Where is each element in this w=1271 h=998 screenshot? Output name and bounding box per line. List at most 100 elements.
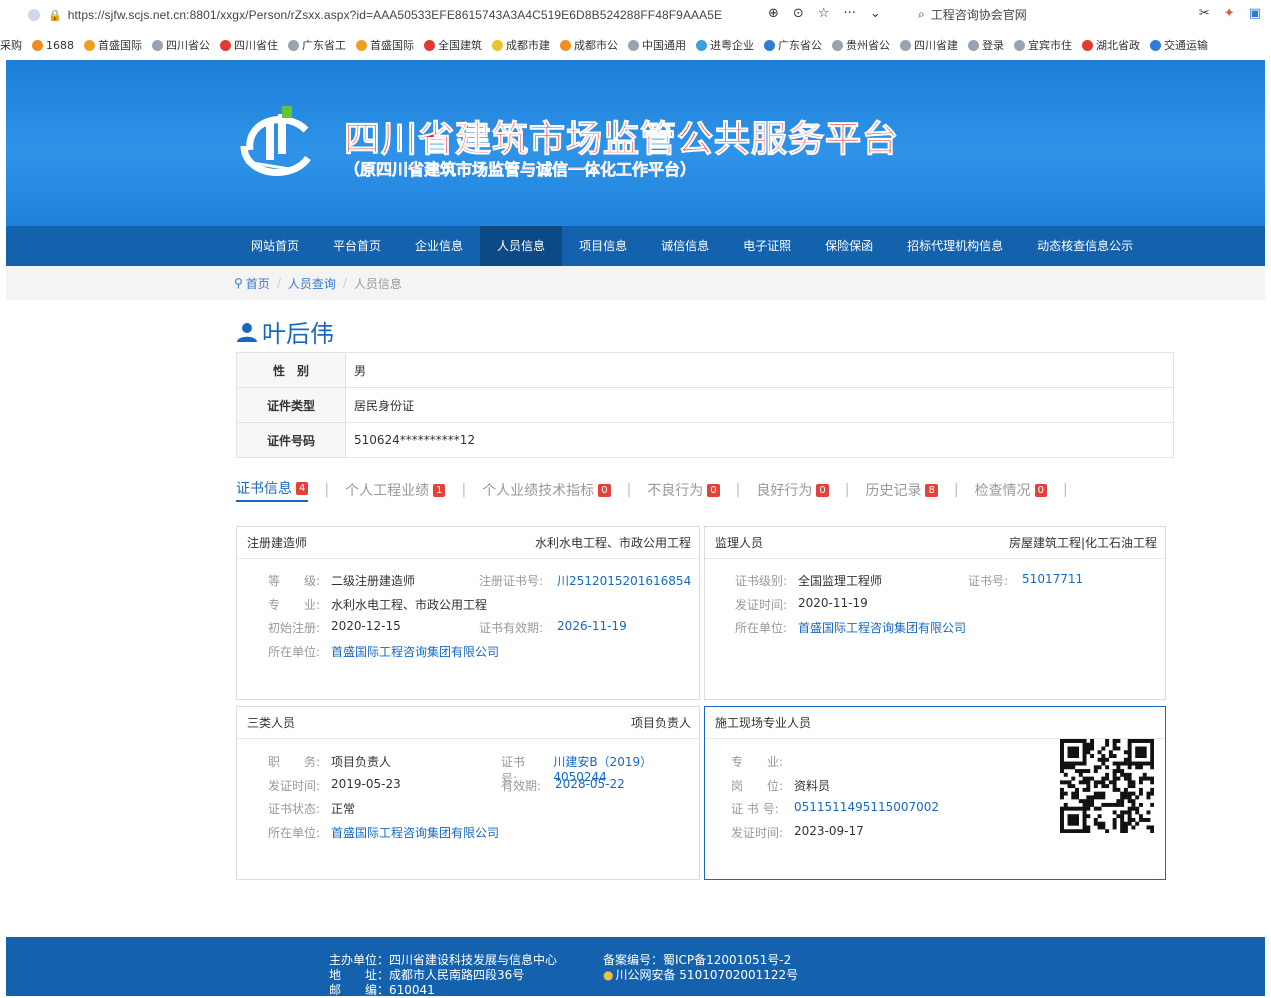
validity-value: 2026-11-19 [557,619,627,633]
location-icon[interactable]: ⊙ [793,6,804,21]
validity-value: 2028-05-22 [555,777,625,791]
grade-label: 等 级: [268,574,321,588]
breadcrumb-person-query[interactable]: 人员查询 [288,275,336,292]
tab-separator: | [324,482,330,498]
nav-item[interactable]: 项目信息 [562,226,644,266]
bookmark-item[interactable]: 宜宾市住 [1014,37,1072,53]
tab-item[interactable]: 检查情况 0 [975,480,1047,500]
police-badge-icon: ● [603,968,614,982]
bookmark-item[interactable]: 交通运输 [1150,37,1208,53]
bookmark-item[interactable]: 进粤企业 [696,37,754,53]
gender-value: 男 [345,352,1174,388]
tab-separator: | [1062,482,1068,498]
count-badge: 0 [816,483,829,497]
card-tag: 水利水电工程、市政公用工程 [534,536,691,550]
chevron-down-icon[interactable]: ⌄ [870,6,881,21]
tab-label: 历史记录 [865,483,922,499]
tab-separator: | [844,482,850,498]
nav-item[interactable]: 保险保函 [808,226,890,266]
extension-icon[interactable]: ✦ [1224,6,1235,21]
issue-date-label: 发证时间: [268,779,321,793]
bookmark-item[interactable]: 广东省工 [288,37,346,53]
bookmark-item[interactable]: 1688 [32,39,74,52]
cert-level-label: 证书级别: [735,574,788,588]
tab-label: 检查情况 [974,483,1031,499]
nav-item[interactable]: 企业信息 [398,226,480,266]
company-link[interactable]: 首盛国际工程咨询集团有限公司 [798,619,966,636]
bookmark-favicon-icon [560,39,571,51]
status-label: 证书状态: [268,802,321,816]
scissors-icon[interactable]: ✂ [1199,6,1210,21]
tab-separator: | [735,482,741,498]
footer-host: 主办单位：四川省建设科技发展与信息中心 [329,953,558,967]
star-icon[interactable]: ☆ [818,6,830,21]
bookmark-item[interactable]: 成都市建 [492,37,550,53]
person-info-table: 性 别 男 证件类型 居民身份证 证件号码 510624**********12 [236,352,1174,458]
nav-item[interactable]: 动态核查信息公示 [1020,226,1150,266]
breadcrumb-current: 人员信息 [353,276,402,291]
card-supervisor: 监理人员 房屋建筑工程|化工石油工程 证书级别: 全国监理工程师 证书号: 51… [704,526,1166,700]
job-label: 职 务: [268,755,321,769]
bookmark-item[interactable]: 采购 [0,37,22,53]
tab-item[interactable]: 证书信息 4 [236,478,309,502]
bookmark-item[interactable]: 贵州省公 [832,37,890,53]
map-pin-icon: ⚲ [234,276,243,290]
nav-item[interactable]: 平台首页 [316,226,398,266]
search-box[interactable]: ⌕ 工程咨询协会官网 [918,6,1027,23]
tab-item[interactable]: 个人业绩技术指标 0 [482,480,611,500]
count-badge: 0 [1034,483,1047,497]
bookmark-label: 采购 [0,39,22,52]
bookmark-item[interactable]: 登录 [968,37,1004,53]
company-link[interactable]: 首盛国际工程咨询集团有限公司 [331,824,499,841]
bookmark-item[interactable]: 中国通用 [628,37,686,53]
card-title: 三类人员 [247,716,296,730]
bookmark-item[interactable]: 四川省公 [152,37,210,53]
bookmark-label: 首盛国际 [370,39,414,52]
bookmark-label: 广东省公 [778,39,822,52]
bookmark-item[interactable]: 全国建筑 [424,37,482,53]
bookmark-item[interactable]: 首盛国际 [84,37,142,53]
bookmark-item[interactable]: 四川省建 [900,37,958,53]
more-icon[interactable]: ··· [843,6,855,21]
person-name: 叶后伟 [262,320,334,348]
nav-item[interactable]: 诚信信息 [644,226,726,266]
count-badge: 4 [296,481,309,495]
card-tag: 项目负责人 [630,716,691,730]
tab-separator: | [461,482,467,498]
bookmark-item[interactable]: 首盛国际 [356,37,414,53]
card-title: 注册建造师 [247,536,308,550]
bookmark-item[interactable]: 广东省公 [764,37,822,53]
tab-item[interactable]: 良好行为 0 [756,480,829,500]
company-link[interactable]: 首盛国际工程咨询集团有限公司 [331,643,499,660]
card-registered-constructor: 注册建造师 水利水电工程、市政公用工程 等 级: 二级注册建造师 注册证书号: … [236,526,700,700]
url-field[interactable]: https://sjfw.scjs.net.cn:8801/xxgx/Perso… [68,8,722,22]
search-input[interactable]: 工程咨询协会官网 [931,6,1027,23]
nav-item[interactable]: 网站首页 [234,226,316,266]
zoom-icon[interactable]: ⊕ [768,6,779,21]
tab-item[interactable]: 不良行为 0 [647,480,720,500]
bookmark-item[interactable]: 湖北省政 [1082,37,1140,53]
issue-date-label: 发证时间: [735,598,788,612]
menu-icon[interactable]: ▣ [1249,6,1261,21]
bookmark-label: 进粤企业 [710,39,754,52]
grade-value: 二级注册建造师 [331,574,416,588]
breadcrumb-home[interactable]: 首页 [246,275,270,292]
tab-item[interactable]: 个人工程业绩 1 [345,480,446,500]
bookmark-favicon-icon [764,39,775,51]
issue-date-value: 2023-09-17 [794,824,864,838]
bookmark-item[interactable]: 成都市公 [560,37,618,53]
tab-item[interactable]: 历史记录 8 [865,480,938,500]
bookmark-label: 四川省建 [914,39,958,52]
card-tag: 房屋建筑工程|化工石油工程 [1008,536,1157,550]
count-badge: 8 [925,483,938,497]
nav-item[interactable]: 电子证照 [726,226,808,266]
bookmark-item[interactable]: 四川省住 [220,37,278,53]
nav-item[interactable]: 人员信息 [480,226,563,266]
nav-item[interactable]: 招标代理机构信息 [890,226,1020,266]
bookmark-label: 四川省公 [166,39,210,52]
major-value: 水利水电工程、市政公用工程 [331,598,488,612]
site-header-banner: 四川省建筑市场监管公共服务平台 （原四川省建筑市场监管与诚信一体化工作平台） [6,60,1265,226]
bookmark-label: 登录 [982,39,1004,52]
id-type-value: 居民身份证 [345,387,1174,423]
tab-label: 个人工程业绩 [345,483,430,499]
